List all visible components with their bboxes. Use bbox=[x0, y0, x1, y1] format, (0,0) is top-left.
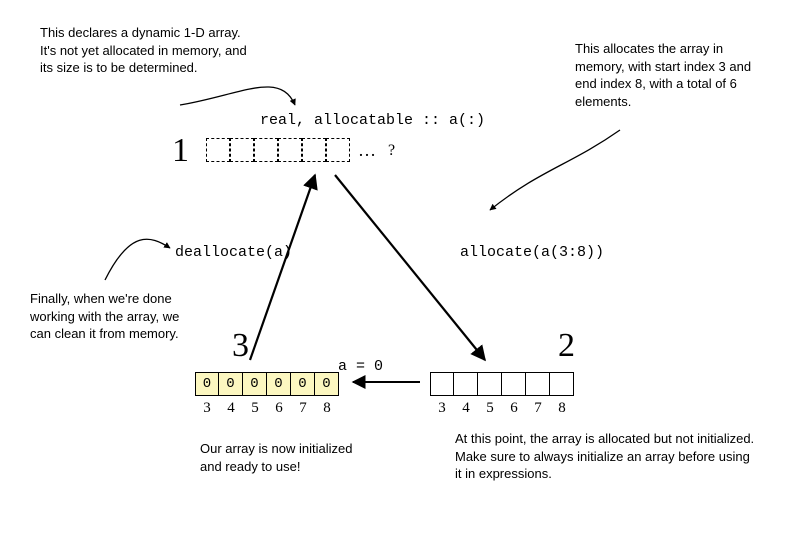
curve-note-declare bbox=[180, 87, 295, 105]
index-label: 4 bbox=[454, 400, 478, 417]
array-cell: 0 bbox=[219, 372, 243, 396]
array-cell: 0 bbox=[243, 372, 267, 396]
array-cell bbox=[254, 138, 278, 162]
array-declared-boxes bbox=[206, 138, 350, 162]
array-cell bbox=[278, 138, 302, 162]
array-cell bbox=[230, 138, 254, 162]
curve-note-allocate bbox=[490, 130, 620, 210]
array-cell bbox=[550, 372, 574, 396]
note-deallocate: Finally, when we're done working with th… bbox=[30, 290, 200, 343]
note-declare: This declares a dynamic 1-D array. It's … bbox=[40, 24, 250, 77]
step-number-2: 2 bbox=[558, 327, 575, 365]
array-cell bbox=[430, 372, 454, 396]
ellipsis: … bbox=[358, 140, 378, 161]
code-assign: a = 0 bbox=[338, 358, 383, 375]
index-label: 8 bbox=[315, 400, 339, 417]
array-cell bbox=[206, 138, 230, 162]
array-cell bbox=[502, 372, 526, 396]
note-initialized: Our array is now initialized and ready t… bbox=[200, 440, 360, 475]
note-uninitialized: At this point, the array is allocated bu… bbox=[455, 430, 755, 483]
index-label: 5 bbox=[243, 400, 267, 417]
array-cell bbox=[326, 138, 350, 162]
index-label: 6 bbox=[502, 400, 526, 417]
arrow-step3-to-step1 bbox=[250, 175, 315, 360]
step-number-1: 1 bbox=[172, 132, 189, 170]
array-initialized-indices: 3 4 5 6 7 8 bbox=[195, 400, 339, 417]
index-label: 7 bbox=[291, 400, 315, 417]
array-cell bbox=[478, 372, 502, 396]
array-allocated-boxes bbox=[430, 372, 574, 396]
curve-note-deallocate bbox=[105, 239, 170, 280]
arrow-step1-to-step2 bbox=[335, 175, 485, 360]
array-cell bbox=[302, 138, 326, 162]
index-label: 3 bbox=[195, 400, 219, 417]
array-cell bbox=[454, 372, 478, 396]
array-cell: 0 bbox=[195, 372, 219, 396]
array-cell: 0 bbox=[267, 372, 291, 396]
note-allocate: This allocates the array in memory, with… bbox=[575, 40, 775, 110]
code-allocate: allocate(a(3:8)) bbox=[460, 244, 604, 261]
code-deallocate: deallocate(a) bbox=[175, 244, 292, 261]
step-number-3: 3 bbox=[232, 327, 249, 365]
array-initialized-boxes: 0 0 0 0 0 0 bbox=[195, 372, 339, 396]
question-mark: ? bbox=[388, 142, 395, 160]
code-declare: real, allocatable :: a(:) bbox=[260, 112, 485, 129]
index-label: 5 bbox=[478, 400, 502, 417]
index-label: 3 bbox=[430, 400, 454, 417]
array-cell bbox=[526, 372, 550, 396]
array-allocated-indices: 3 4 5 6 7 8 bbox=[430, 400, 574, 417]
array-cell: 0 bbox=[315, 372, 339, 396]
index-label: 8 bbox=[550, 400, 574, 417]
index-label: 7 bbox=[526, 400, 550, 417]
index-label: 4 bbox=[219, 400, 243, 417]
array-cell: 0 bbox=[291, 372, 315, 396]
index-label: 6 bbox=[267, 400, 291, 417]
